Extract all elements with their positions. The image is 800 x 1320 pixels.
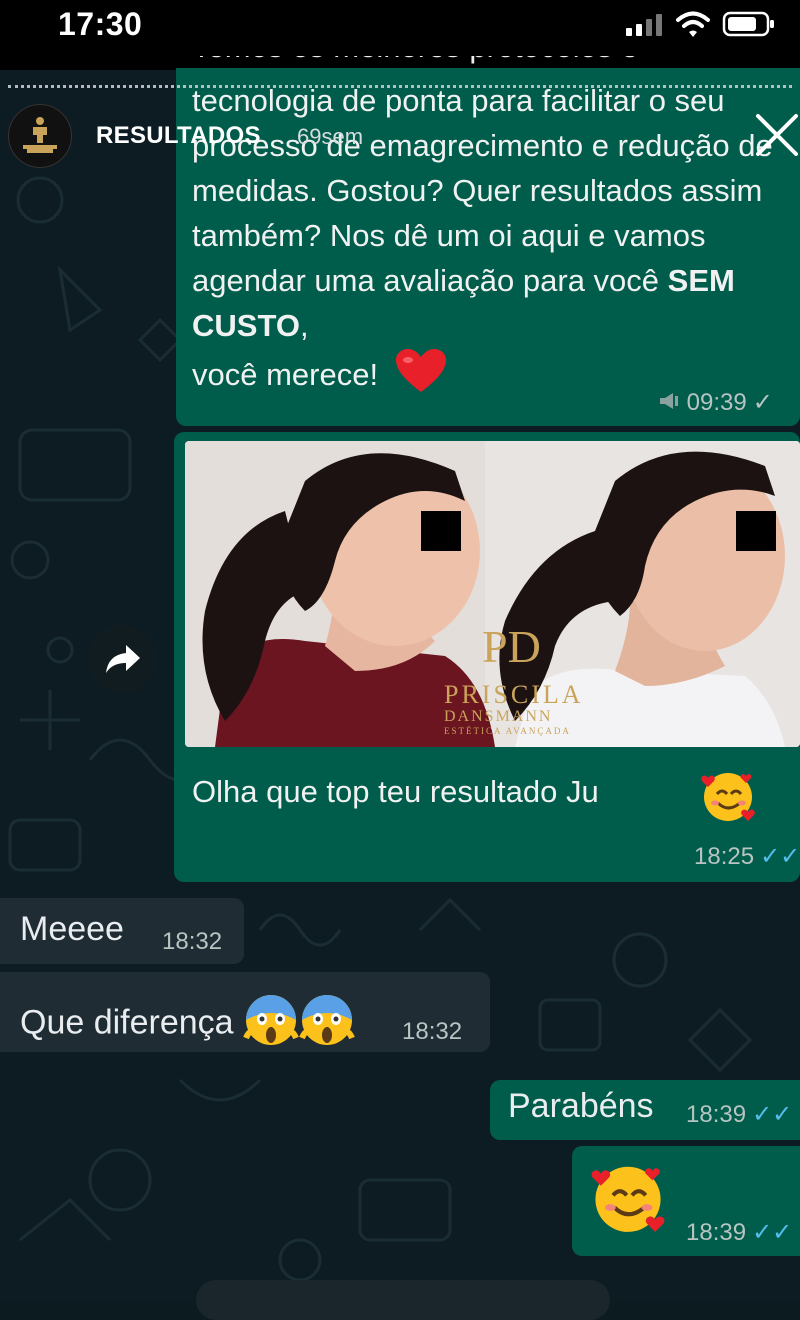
- message-meta: 18:32: [402, 1018, 462, 1046]
- story-progress-bar: [8, 85, 792, 88]
- message-text-partial: Temos os melhores protocolos e: [192, 56, 638, 64]
- message-punctuation: ,: [299, 308, 309, 343]
- red-heart-icon: [395, 348, 447, 406]
- brand-logo-mark: PD: [482, 621, 541, 672]
- message-time: 18:39: [686, 1219, 747, 1246]
- message-time: 18:32: [162, 928, 223, 955]
- message-body: Que diferença: [20, 1003, 234, 1042]
- message-text: Parabéns: [508, 1087, 654, 1125]
- brand-logo-sub: DANSMANN: [444, 708, 553, 725]
- image-caption: Olha que top teu resultado Ju: [192, 774, 599, 809]
- message-meta: 18:32: [162, 928, 222, 956]
- story-title: RESULTADOS: [96, 122, 261, 149]
- message-time: 18:32: [402, 1018, 463, 1045]
- smiling-face-with-hearts-icon: [590, 1160, 666, 1241]
- brand-logo-text: PRISCILA: [444, 680, 584, 709]
- wifi-icon: [676, 10, 710, 43]
- double-check-icon: ✓✓: [752, 1101, 793, 1128]
- double-check-icon: ✓✓: [760, 843, 800, 870]
- broadcast-icon: [658, 389, 687, 416]
- avatar[interactable]: [8, 104, 72, 168]
- message-meta: 18:39 ✓✓: [686, 1100, 792, 1129]
- reply-bar[interactable]: [196, 1280, 610, 1320]
- double-check-icon: ✓✓: [752, 1219, 793, 1246]
- message-time: 09:39: [686, 389, 747, 416]
- message-meta: 18:25 ✓✓: [694, 842, 800, 871]
- message-time: 18:39: [686, 1101, 747, 1128]
- message-meta: 09:39 ✓: [658, 388, 773, 417]
- message-time: 18:25: [694, 843, 755, 870]
- smiling-face-with-hearts-icon: [700, 768, 756, 829]
- close-icon: [756, 114, 798, 156]
- clock: 17:30: [58, 6, 143, 42]
- brand-logo-tagline: ESTÉTICA AVANÇADA: [444, 726, 571, 736]
- message-text: Meeee: [20, 910, 124, 948]
- single-check-icon: ✓: [752, 389, 773, 416]
- close-button[interactable]: [754, 112, 800, 158]
- story-age: 69sem: [297, 124, 364, 149]
- forward-button[interactable]: [88, 625, 156, 693]
- battery-icon: [722, 10, 776, 43]
- message-last-line: você merece!: [192, 357, 379, 393]
- cellular-signal-icon: [626, 14, 666, 41]
- message-text: Temos os melhores protocolos etecnologia…: [192, 48, 792, 406]
- face-screaming-in-fear-icon: [243, 992, 355, 1057]
- message-text: Que diferença: [20, 992, 355, 1057]
- message-meta: 18:39 ✓✓: [686, 1218, 792, 1247]
